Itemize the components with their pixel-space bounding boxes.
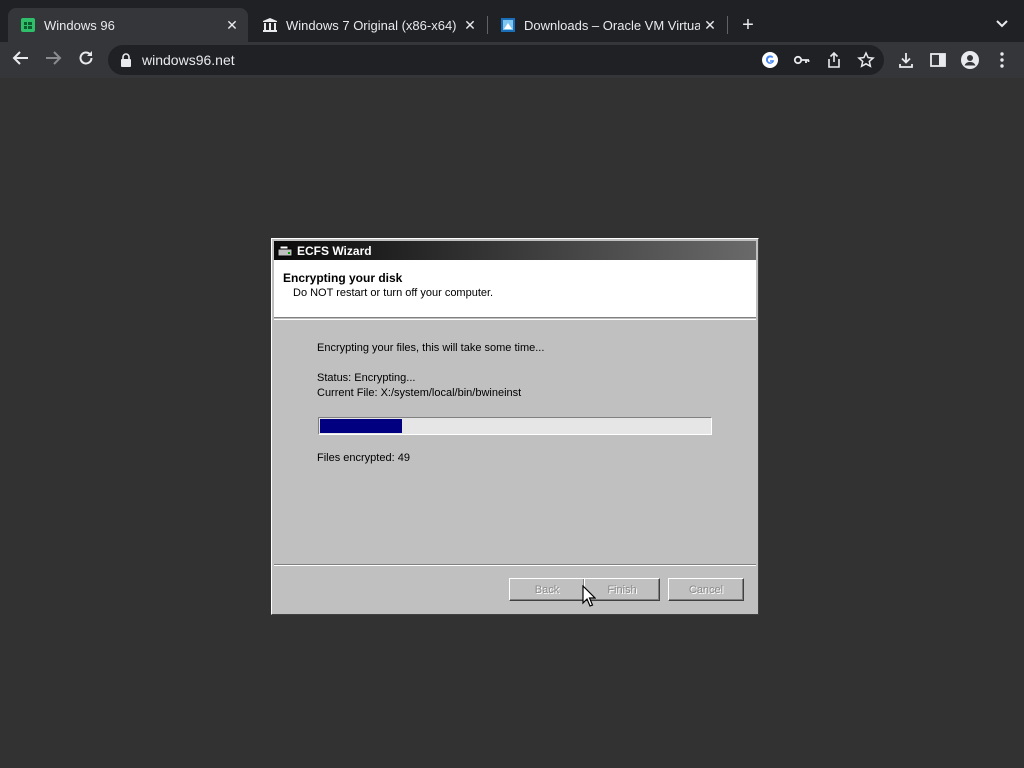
drive-icon — [277, 244, 293, 258]
close-icon[interactable]: ✕ — [222, 15, 242, 35]
progress-fill — [320, 419, 402, 433]
wizard-header: Encrypting your disk Do NOT restart or t… — [274, 260, 756, 318]
tab-title: Windows 7 Original (x86-x64) — [286, 17, 457, 33]
windows96-icon — [20, 17, 36, 33]
more-menu-icon[interactable] — [992, 50, 1012, 70]
url-text[interactable]: windows96.net — [142, 52, 235, 68]
archive-icon — [262, 17, 278, 33]
header-subtitle: Do NOT restart or turn off your computer… — [293, 287, 494, 299]
status-text: Status: Encrypting... — [317, 372, 416, 384]
header-divider — [274, 319, 756, 320]
wizard-title: ECFS Wizard — [297, 243, 372, 258]
tab-downloads-virtualbox[interactable]: Downloads – Oracle VM Virtual ✕ — [488, 8, 726, 42]
tab-title: Downloads – Oracle VM Virtual — [524, 17, 700, 33]
close-icon[interactable]: ✕ — [700, 15, 720, 35]
tab-title: Windows 96 — [44, 17, 115, 33]
mouse-cursor-icon — [582, 584, 597, 607]
tab-strip: Windows 96 ✕ Windows 7 Original (x86-x64… — [0, 0, 1024, 42]
new-tab-button[interactable]: + — [736, 13, 760, 37]
intro-text: Encrypting your files, this will take so… — [317, 342, 545, 354]
current-file-text: Current File: X:/system/local/bin/bwinei… — [317, 387, 522, 399]
arrow-right-icon — [44, 49, 62, 72]
star-icon[interactable] — [856, 50, 876, 70]
header-title: Encrypting your disk — [283, 271, 403, 285]
side-panel-icon[interactable] — [928, 50, 948, 70]
key-icon[interactable] — [792, 50, 812, 70]
cancel-button[interactable]: Cancel — [668, 578, 744, 601]
download-icon[interactable] — [896, 50, 916, 70]
back-button[interactable]: Back — [509, 578, 585, 601]
tab-separator — [727, 16, 728, 34]
profile-icon[interactable] — [960, 50, 980, 70]
virtualbox-icon — [500, 17, 516, 33]
browser-toolbar: windows96.net — [0, 42, 1024, 78]
progress-bar — [318, 417, 712, 435]
reload-icon — [77, 49, 95, 72]
chevron-down-icon — [995, 16, 1009, 35]
button-divider — [274, 564, 756, 566]
tab-windows96[interactable]: Windows 96 ✕ — [8, 8, 248, 42]
tab-windows7[interactable]: Windows 7 Original (x86-x64) ✕ — [250, 8, 486, 42]
close-icon[interactable]: ✕ — [460, 15, 480, 35]
reload-button[interactable] — [72, 46, 100, 74]
files-encrypted-text: Files encrypted: 49 — [317, 452, 410, 464]
google-icon[interactable] — [760, 50, 780, 70]
share-icon[interactable] — [824, 50, 844, 70]
wizard-titlebar[interactable]: ECFS Wizard — [274, 241, 756, 260]
ecfs-wizard-window: ECFS Wizard Encrypting your disk Do NOT … — [271, 238, 759, 615]
lock-icon[interactable] — [120, 52, 134, 68]
tab-search-button[interactable] — [990, 13, 1014, 37]
back-button[interactable] — [7, 46, 35, 74]
address-bar[interactable]: windows96.net — [108, 45, 884, 75]
forward-button[interactable] — [39, 46, 67, 74]
arrow-left-icon — [12, 49, 30, 72]
